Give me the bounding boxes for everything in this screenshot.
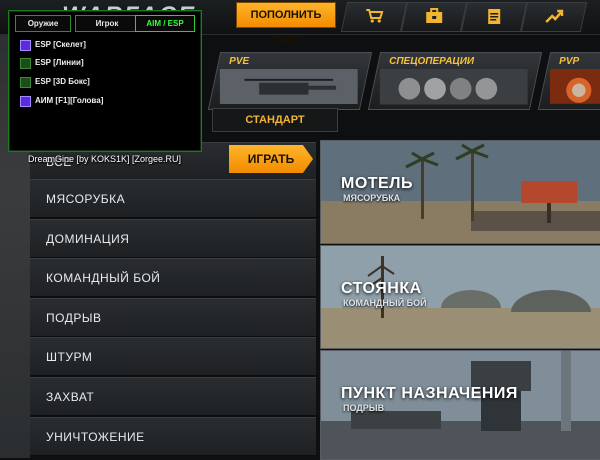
mode-pve-label: PVE [229,56,250,67]
play-button[interactable]: ИГРАТЬ [229,145,313,173]
soldiers-art [379,69,528,105]
mode-special-ops[interactable]: СПЕЦОПЕРАЦИИ [367,52,543,110]
mode-row-domination[interactable]: ДОМИНАЦИЯ [30,219,316,258]
helicopter-art [219,69,358,105]
mode-row-label: МЯСОРУБКА [46,192,126,206]
mode-row-label: ЗАХВАТ [46,390,95,404]
mode-row-plant[interactable]: ПОДРЫВ [30,298,316,337]
cheat-tab-player[interactable]: Игрок [75,15,139,32]
mode-row-capture[interactable]: ЗАХВАТ [30,377,316,416]
jump-icon [545,9,564,23]
mode-row-label: ПОДРЫВ [46,311,102,325]
mode-special-ops-label: СПЕЦОПЕРАЦИИ [389,56,475,67]
mode-pve[interactable]: PVE [207,52,373,110]
cheat-menu-panel: Оружие Игрок AIM / ESP ESP [Скелет] ESP … [8,10,202,152]
mode-row-label: УНИЧТОЖЕНИЕ [46,430,145,444]
mode-row-storm[interactable]: ШТУРМ [30,337,316,376]
cheat-tab-aim-esp[interactable]: AIM / ESP [135,15,195,32]
mode-row-destruction[interactable]: УНИЧТОЖЕНИЕ [30,417,316,456]
map-name: МОТЕЛЬ [341,175,413,192]
map-card-motel[interactable]: МОТЕЛЬ МЯСОРУБКА [320,140,600,244]
cheat-option-label: ESP [Скелет] [35,40,86,49]
shop-button[interactable] [340,2,408,32]
map-mode: ПОДРЫВ [343,403,385,413]
progress-button[interactable] [520,2,588,32]
map-name: СТОЯНКА [341,280,422,297]
map-mode: МЯСОРУБКА [343,193,401,203]
checkbox[interactable] [20,58,31,69]
mode-pvp[interactable]: PVP [537,52,600,110]
map-card-destination[interactable]: ПУНКТ НАЗНАЧЕНИЯ ПОДРЫВ [320,350,600,460]
map-mode: КОМАНДНЫЙ БОЙ [343,298,427,308]
map-card-parking[interactable]: СТОЯНКА КОМАНДНЫЙ БОЙ [320,245,600,349]
checkbox[interactable] [20,77,31,88]
tab-standard[interactable]: СТАНДАРТ [212,108,338,132]
mode-row-team-deathmatch[interactable]: КОМАНДНЫЙ БОЙ [30,258,316,297]
inventory-icon [426,8,443,23]
inventory-button[interactable] [400,2,468,32]
fire-art [549,69,600,104]
cheat-tab-weapon[interactable]: Оружие [15,15,71,32]
cheat-option-label: АИМ [F1][Голова] [35,96,104,105]
clipboard-icon [488,9,501,24]
map-name: ПУНКТ НАЗНАЧЕНИЯ [341,385,518,402]
mode-row-meat-grinder[interactable]: МЯСОРУБКА [30,179,316,218]
checkbox[interactable] [20,40,31,51]
mode-pvp-label: PVP [559,56,580,67]
mode-row-label: КОМАНДНЫЙ БОЙ [46,271,161,285]
missions-button[interactable] [460,2,528,32]
checkbox[interactable] [20,96,31,107]
top-up-button[interactable]: ПОПОЛНИТЬ СЧЕТ [236,2,336,47]
mode-row-label: ШТУРМ [46,350,93,364]
cheat-option-label: ESP [3D Бокс] [35,77,90,86]
cart-icon [366,9,384,23]
cheat-option-label: ESP [Линии] [35,58,84,67]
cheat-credits: DreamGine [by KOKS1K] [Zorgee.RU] [28,154,182,164]
mode-row-label: ДОМИНАЦИЯ [46,232,130,246]
